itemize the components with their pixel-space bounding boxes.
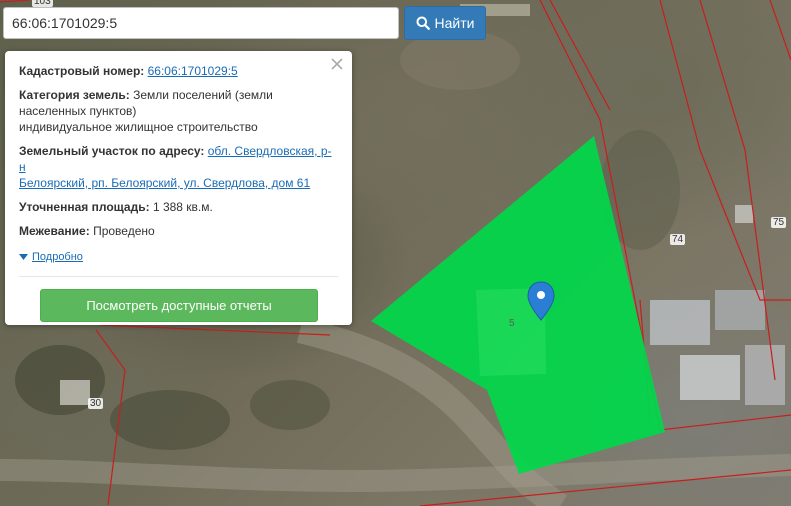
triangle-down-icon: [19, 254, 28, 260]
survey-value: Проведено: [93, 224, 155, 238]
land-category-value-2: населенных пунктов): [19, 104, 137, 118]
cadastral-number-link[interactable]: 66:06:1701029:5: [148, 64, 238, 78]
address-label: Земельный участок по адресу:: [19, 144, 205, 158]
close-icon[interactable]: [330, 57, 344, 71]
cadastral-search-input[interactable]: [3, 7, 399, 39]
land-category-row: Категория земель: Земли поселений (земли…: [19, 87, 338, 135]
map-view[interactable]: 5 74 75 30 103 Найти Кадастровый номер: …: [0, 0, 791, 506]
area-row: Уточненная площадь: 1 388 кв.м.: [19, 199, 338, 215]
details-toggle[interactable]: Подробно: [19, 249, 338, 265]
search-button[interactable]: Найти: [404, 6, 486, 40]
land-category-value-3: индивидуальное жилищное строительство: [19, 120, 258, 134]
land-category-label: Категория земель:: [19, 88, 130, 102]
area-value: 1 388 кв.м.: [152, 200, 213, 214]
search-icon: [416, 16, 430, 30]
survey-row: Межевание: Проведено: [19, 223, 338, 239]
land-category-value-1: Земли поселений (земли: [133, 88, 273, 102]
area-label: Уточненная площадь:: [19, 200, 150, 214]
search-button-label: Найти: [434, 15, 475, 31]
cadastral-number-row: Кадастровый номер: 66:06:1701029:5: [19, 63, 338, 79]
parcel-info-popup: Кадастровый номер: 66:06:1701029:5 Катег…: [5, 51, 352, 325]
address-link-2[interactable]: Белоярский, рп. Белоярский, ул. Свердлов…: [19, 176, 310, 190]
details-link[interactable]: Подробно: [32, 249, 83, 265]
view-reports-button[interactable]: Посмотреть доступные отчеты: [40, 289, 318, 322]
cadastral-number-label: Кадастровый номер:: [19, 64, 145, 78]
popup-divider: [19, 276, 338, 277]
address-row: Земельный участок по адресу: обл. Свердл…: [19, 143, 338, 191]
survey-label: Межевание:: [19, 224, 90, 238]
